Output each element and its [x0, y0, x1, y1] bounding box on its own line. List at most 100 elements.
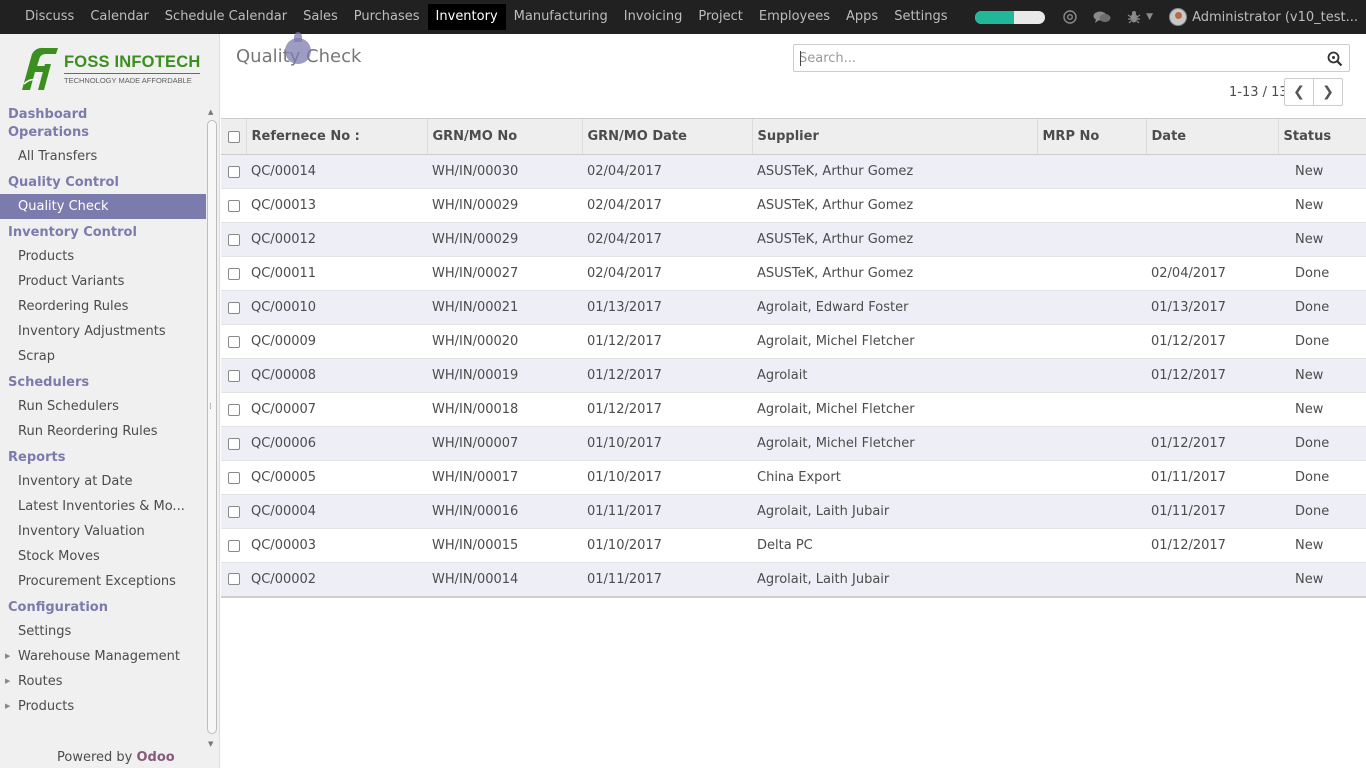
table-row[interactable]: QC/00010 WH/IN/00021 01/13/2017 Agrolait, E… — [221, 290, 1366, 325]
sidebar-item-stock-moves[interactable]: Stock Moves — [0, 544, 206, 569]
select-all-checkbox[interactable] — [228, 130, 240, 143]
search-box[interactable] — [793, 44, 1350, 72]
table-row[interactable]: QC/00003 WH/IN/00015 01/10/2017 Delta PC 01/… — [221, 528, 1366, 563]
row-checkbox[interactable] — [228, 471, 240, 484]
row-checkbox[interactable] — [228, 233, 240, 246]
sidebar-item-all-transfers[interactable]: All Transfers — [0, 144, 206, 169]
odoo-link[interactable]: Odoo — [137, 750, 175, 765]
expand-arrow-icon[interactable]: ▶ — [5, 694, 10, 719]
sidebar-item-latest-inventories-mo[interactable]: Latest Inventories & Mo... — [0, 494, 206, 519]
sidebar-item-quality-check[interactable]: Quality Check — [0, 194, 206, 219]
scroll-up-icon[interactable]: ▲ — [208, 108, 213, 116]
row-checkbox[interactable] — [228, 437, 240, 450]
row-checkbox[interactable] — [228, 403, 240, 416]
row-checkbox[interactable] — [228, 301, 240, 314]
sidebar-item-product-variants[interactable]: Product Variants — [0, 269, 206, 294]
table-row[interactable]: QC/00009 WH/IN/00020 01/12/2017 Agrolait, M… — [221, 324, 1366, 359]
scroll-thumb[interactable] — [207, 120, 217, 734]
cell-status: New — [1278, 392, 1366, 427]
user-menu[interactable]: Administrator (v10_test... — [1169, 8, 1358, 26]
table-row[interactable]: QC/00011 WH/IN/00027 02/04/2017 ASUSTeK, Ar… — [221, 256, 1366, 291]
systray: ▼ Administrator (v10_test... — [975, 0, 1366, 34]
scroll-down-icon[interactable]: ▼ — [208, 740, 213, 748]
column-header-refernece-no[interactable]: Refernece No : — [245, 118, 427, 155]
sidebar-item-scrap[interactable]: Scrap — [0, 344, 206, 369]
search-input[interactable] — [794, 45, 1314, 71]
menu-sales[interactable]: Sales — [295, 4, 346, 30]
chevron-down-icon: ▼ — [1146, 12, 1154, 22]
bug-icon[interactable]: ▼ — [1127, 10, 1153, 24]
sidebar-item-products[interactable]: ▶ Products — [0, 694, 206, 719]
chat-icon[interactable] — [1093, 10, 1111, 24]
column-header-date[interactable]: Date — [1145, 118, 1278, 155]
cell-grn-mo-date: 01/12/2017 — [582, 358, 752, 393]
sidebar-item-routes[interactable]: ▶ Routes — [0, 669, 206, 694]
column-header-grn-mo-no[interactable]: GRN/MO No — [426, 118, 582, 155]
sidebar-section-quality-control[interactable]: Quality Control — [0, 174, 206, 192]
menu-employees[interactable]: Employees — [751, 4, 838, 30]
table-row[interactable]: QC/00004 WH/IN/00016 01/11/2017 Agrolait, L… — [221, 494, 1366, 529]
menu-calendar[interactable]: Calendar — [82, 4, 156, 30]
sidebar-item-inventory-valuation[interactable]: Inventory Valuation — [0, 519, 206, 544]
table-row[interactable]: QC/00002 WH/IN/00014 01/11/2017 Agrolait, L… — [221, 562, 1366, 598]
pager-next-button[interactable]: ❯ — [1313, 78, 1343, 106]
column-header-status[interactable]: Status — [1277, 118, 1366, 155]
sidebar-item-warehouse-management[interactable]: ▶ Warehouse Management — [0, 644, 206, 669]
sidebar-item-run-schedulers[interactable]: Run Schedulers — [0, 394, 206, 419]
sidebar-item-products[interactable]: Products — [0, 244, 206, 269]
row-checkbox[interactable] — [228, 505, 240, 518]
sidebar-item-settings[interactable]: Settings — [0, 619, 206, 644]
cell-status: Done — [1278, 290, 1366, 325]
cell-grn-mo-no: WH/IN/00014 — [427, 562, 582, 598]
row-checkbox[interactable] — [228, 335, 240, 348]
menu-settings[interactable]: Settings — [886, 4, 955, 30]
sidebar-item-inventory-at-date[interactable]: Inventory at Date — [0, 469, 206, 494]
table-row[interactable]: QC/00013 WH/IN/00029 02/04/2017 ASUSTeK, Ar… — [221, 188, 1366, 223]
sidebar-item-reordering-rules[interactable]: Reordering Rules — [0, 294, 206, 319]
table-row[interactable]: QC/00006 WH/IN/00007 01/10/2017 Agrolait, M… — [221, 426, 1366, 461]
menu-project[interactable]: Project — [690, 4, 750, 30]
table-row[interactable]: QC/00007 WH/IN/00018 01/12/2017 Agrolait, M… — [221, 392, 1366, 427]
pager-value[interactable]: 1-13 / 13 — [1229, 85, 1288, 100]
sidebar-section-inventory-control[interactable]: Inventory Control — [0, 224, 206, 242]
cell-mrp-no — [1037, 392, 1146, 427]
resize-grip-icon[interactable]: ⁞ — [209, 402, 212, 412]
pager-previous-button[interactable]: ❮ — [1284, 78, 1314, 106]
at-icon[interactable] — [1063, 10, 1077, 24]
column-header-supplier[interactable]: Supplier — [751, 118, 1037, 155]
table-row[interactable]: QC/00008 WH/IN/00019 01/12/2017 Agrolait 01/… — [221, 358, 1366, 393]
column-header-mrp-no[interactable]: MRP No — [1036, 118, 1146, 155]
row-checkbox[interactable] — [228, 573, 240, 586]
sidebar-scrollbar[interactable]: ▲ ▼ — [206, 106, 218, 748]
row-checkbox[interactable] — [228, 267, 240, 280]
menu-invoicing[interactable]: Invoicing — [616, 4, 691, 30]
sidebar-section-schedulers[interactable]: Schedulers — [0, 374, 206, 392]
sidebar-section-configuration[interactable]: Configuration — [0, 599, 206, 617]
menu-inventory[interactable]: Inventory — [427, 4, 506, 30]
cell-refernece-no: QC/00008 — [246, 358, 427, 393]
row-checkbox[interactable] — [228, 539, 240, 552]
table-row[interactable]: QC/00012 WH/IN/00029 02/04/2017 ASUSTeK, Ar… — [221, 222, 1366, 257]
sidebar-item-procurement-exceptions[interactable]: Procurement Exceptions — [0, 569, 206, 594]
sidebar-section-dashboard-operations[interactable]: Dashboard Operations — [0, 106, 90, 142]
menu-purchases[interactable]: Purchases — [346, 4, 428, 30]
magnifier-icon[interactable] — [1327, 51, 1343, 67]
sidebar-section-reports[interactable]: Reports — [0, 449, 206, 467]
cell-grn-mo-date: 02/04/2017 — [582, 154, 752, 189]
menu-schedule-calendar[interactable]: Schedule Calendar — [157, 4, 295, 30]
row-checkbox[interactable] — [228, 199, 240, 212]
onboarding-progress-bar[interactable] — [975, 10, 1046, 24]
sidebar-item-run-reordering-rules[interactable]: Run Reordering Rules — [0, 419, 206, 444]
row-checkbox[interactable] — [228, 369, 240, 382]
menu-apps[interactable]: Apps — [838, 4, 886, 30]
menu-manufacturing[interactable]: Manufacturing — [506, 4, 616, 30]
menu-discuss[interactable]: Discuss — [17, 4, 82, 30]
table-row[interactable]: QC/00005 WH/IN/00017 01/10/2017 China Expor… — [221, 460, 1366, 495]
sidebar-item-inventory-adjustments[interactable]: Inventory Adjustments — [0, 319, 206, 344]
column-header-grn-mo-date[interactable]: GRN/MO Date — [581, 118, 752, 155]
expand-arrow-icon[interactable]: ▶ — [5, 669, 10, 694]
table-row[interactable]: QC/00014 WH/IN/00030 02/04/2017 ASUSTeK, Ar… — [221, 154, 1366, 189]
expand-arrow-icon[interactable]: ▶ — [5, 644, 10, 669]
cell-date — [1146, 188, 1278, 223]
row-checkbox[interactable] — [228, 165, 240, 178]
